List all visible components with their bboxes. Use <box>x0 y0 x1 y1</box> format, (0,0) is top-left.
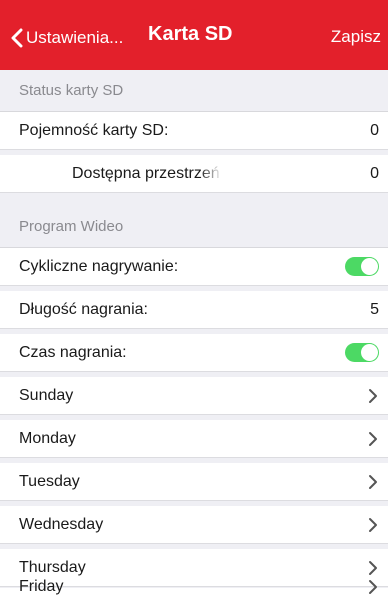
chevron-right-icon <box>369 474 377 489</box>
chevron-right-icon <box>369 431 377 446</box>
row-recording-time: Czas nagrania: <box>0 334 388 372</box>
section-header-sd-status: Status karty SD <box>0 70 388 112</box>
cyclic-recording-toggle[interactable] <box>345 257 379 276</box>
chevron-right-icon <box>369 388 377 403</box>
day-row-friday[interactable]: Friday <box>0 578 388 597</box>
section-header-video-program: Program Wideo <box>0 206 388 248</box>
day-label: Tuesday <box>19 472 80 490</box>
day-row-monday[interactable]: Monday <box>0 420 388 458</box>
recording-time-label: Czas nagrania: <box>19 343 127 361</box>
day-label: Friday <box>19 578 64 595</box>
recording-duration-label: Długość nagrania: <box>19 300 148 318</box>
day-row-wednesday[interactable]: Wednesday <box>0 506 388 544</box>
available-space-label: Dostępna przestrzeń <box>72 164 220 182</box>
chevron-left-icon <box>11 28 23 48</box>
section-title: Status karty SD <box>19 82 124 99</box>
day-row-sunday[interactable]: Sunday <box>0 377 388 415</box>
section-title: Program Wideo <box>19 218 124 235</box>
day-label: Sunday <box>19 386 74 404</box>
toggle-knob <box>361 344 378 361</box>
navigation-bar: Ustawienia... Karta SD Zapisz <box>0 0 388 70</box>
row-cyclic-recording: Cykliczne nagrywanie: <box>0 248 388 286</box>
save-button[interactable]: Zapisz <box>331 27 381 47</box>
day-label: Wednesday <box>19 515 104 533</box>
capacity-value: 0 <box>370 121 379 139</box>
capacity-label: Pojemność karty SD: <box>19 121 169 139</box>
row-available-space: Dostępna przestrzeń 0 <box>0 155 388 193</box>
recording-time-toggle[interactable] <box>345 343 379 362</box>
back-button[interactable]: Ustawienia... <box>10 25 123 51</box>
chevron-right-icon <box>369 580 377 594</box>
recording-duration-value: 5 <box>370 300 379 318</box>
chevron-right-icon <box>369 517 377 532</box>
available-space-value: 0 <box>370 164 379 182</box>
back-label: Ustawienia... <box>26 28 124 47</box>
day-label: Thursday <box>19 558 86 576</box>
cyclic-recording-label: Cykliczne nagrywanie: <box>19 257 179 275</box>
day-row-tuesday[interactable]: Tuesday <box>0 463 388 501</box>
chevron-right-icon <box>369 560 377 575</box>
toggle-knob <box>361 258 378 275</box>
row-sd-capacity: Pojemność karty SD: 0 <box>0 112 388 150</box>
day-label: Monday <box>19 429 76 447</box>
page-title: Karta SD <box>148 23 233 45</box>
row-recording-duration[interactable]: Długość nagrania: 5 <box>0 291 388 329</box>
